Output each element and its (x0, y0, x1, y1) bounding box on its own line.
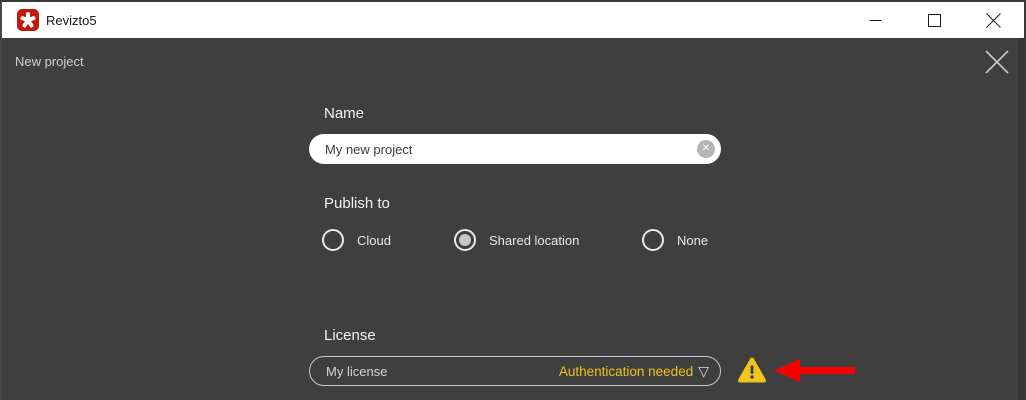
maximize-icon (928, 14, 941, 27)
license-status-text: Authentication needed (559, 364, 693, 379)
project-name-field: ✕ (309, 134, 721, 164)
radio-shared-location-label: Shared location (489, 233, 579, 248)
radio-circle-icon (454, 229, 476, 251)
dialog-close-button[interactable] (982, 47, 1012, 77)
publish-options: Cloud Shared location None (2, 228, 1024, 252)
radio-cloud[interactable]: Cloud (322, 228, 391, 252)
minimize-button[interactable] (852, 2, 898, 38)
license-dropdown[interactable]: My license Authentication needed ▽ (309, 356, 721, 386)
red-arrow-annotation-icon (774, 358, 855, 383)
maximize-button[interactable] (911, 2, 957, 38)
app-logo-icon (17, 9, 39, 31)
minimize-icon (869, 14, 882, 27)
radio-cloud-label: Cloud (357, 233, 391, 248)
titlebar: Revizto5 (2, 2, 1024, 38)
close-button[interactable] (970, 2, 1016, 38)
close-icon (986, 13, 1001, 28)
new-project-dialog: New project Name ✕ Publish to Cloud Shar… (2, 38, 1024, 400)
warning-triangle-icon (738, 357, 766, 383)
dialog-close-icon (983, 48, 1011, 76)
radio-circle-icon (322, 229, 344, 251)
radio-shared-location[interactable]: Shared location (454, 228, 579, 252)
dropdown-chevron-icon: ▽ (698, 364, 709, 378)
license-value: My license (326, 364, 387, 379)
license-right-group: Authentication needed ▽ (559, 364, 709, 379)
window-controls (852, 2, 1024, 38)
radio-circle-icon (642, 229, 664, 251)
license-label: License (324, 327, 376, 344)
radio-none[interactable]: None (642, 228, 708, 252)
app-window: Revizto5 New project (0, 0, 1026, 400)
dialog-title: New project (15, 54, 84, 69)
radio-none-label: None (677, 233, 708, 248)
window-title: Revizto5 (46, 13, 97, 28)
project-name-input[interactable] (309, 134, 721, 164)
clear-name-icon[interactable]: ✕ (697, 140, 715, 158)
dialog-right-edge (1018, 38, 1024, 400)
name-label: Name (324, 105, 364, 122)
publish-to-label: Publish to (324, 195, 390, 212)
